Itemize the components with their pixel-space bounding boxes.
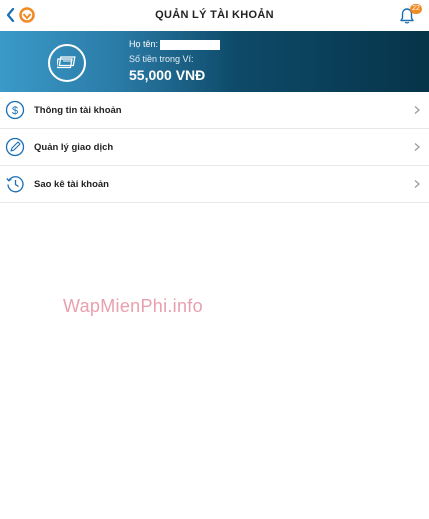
edit-icon — [5, 137, 25, 157]
notification-badge: 22 — [410, 4, 422, 14]
menu-item-statement[interactable]: Sao kê tài khoản — [0, 166, 429, 203]
account-banner: Họ tên: Số tiền trong Ví: 55,000 VNĐ — [0, 31, 429, 92]
name-label: Họ tên: — [129, 39, 159, 49]
history-icon — [6, 176, 24, 193]
chevron-right-icon — [414, 106, 420, 114]
menu-item-label: Thông tin tài khoản — [34, 104, 122, 116]
svg-text:$: $ — [12, 105, 18, 117]
page-title: QUẢN LÝ TÀI KHOẢN — [155, 9, 274, 21]
app-logo-icon — [19, 7, 35, 23]
balance-value: 55,000 VNĐ — [129, 67, 206, 83]
wallet-icon — [48, 44, 86, 82]
menu-item-transactions[interactable]: Quản lý giao dịch — [0, 129, 429, 166]
chevron-left-icon — [6, 8, 14, 22]
chevron-right-icon — [414, 180, 420, 188]
name-redacted — [160, 39, 221, 50]
menu-item-label: Sao kê tài khoản — [34, 178, 109, 190]
chevron-right-icon — [414, 143, 420, 151]
account-name: Họ tên: — [129, 39, 221, 50]
top-header: QUẢN LÝ TÀI KHOẢN 22 — [0, 0, 429, 30]
notification-button[interactable]: 22 — [399, 4, 422, 25]
menu-item-label: Quản lý giao dịch — [34, 141, 114, 153]
balance-label: Số tiền trong Ví: — [129, 54, 194, 64]
watermark-text: WapMienPhi.info — [63, 296, 203, 316]
back-button[interactable] — [4, 6, 16, 24]
account-menu: $ Thông tin tài khoản Quản lý giao dịch … — [0, 92, 429, 203]
dollar-icon: $ — [5, 100, 25, 120]
menu-item-account-info[interactable]: $ Thông tin tài khoản — [0, 92, 429, 129]
